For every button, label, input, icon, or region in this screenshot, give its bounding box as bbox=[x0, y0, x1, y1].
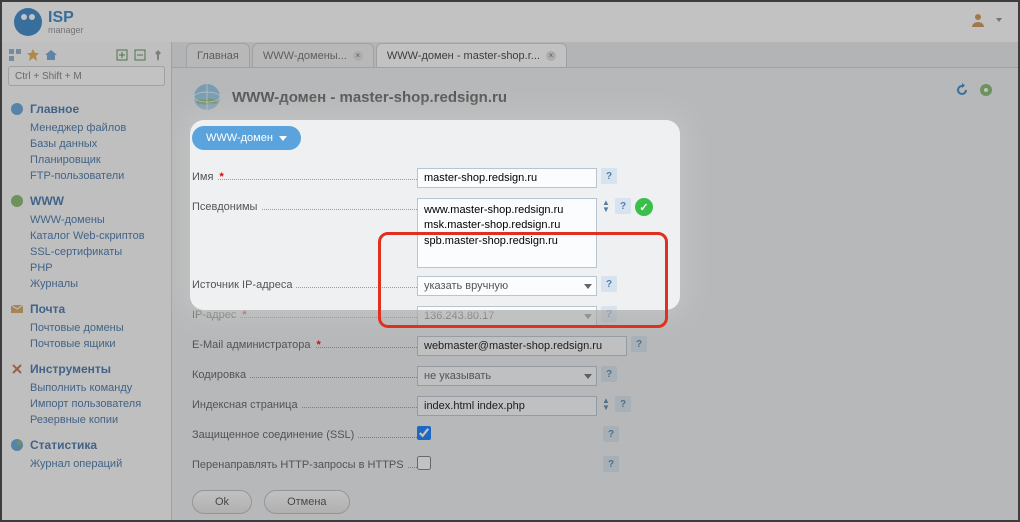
settings-icon[interactable] bbox=[978, 82, 994, 98]
sidebar-item[interactable]: Почтовые домены bbox=[8, 320, 165, 336]
sidebar-item[interactable]: Импорт пользователя bbox=[8, 396, 165, 412]
sidebar-item[interactable]: Выполнить команду bbox=[8, 380, 165, 396]
sidebar-item[interactable]: Журнал операций bbox=[8, 456, 165, 472]
help-icon[interactable]: ? bbox=[615, 198, 631, 214]
stats-icon bbox=[10, 438, 24, 452]
required-mark: * bbox=[219, 171, 223, 183]
sidebar-section-title[interactable]: Инструменты bbox=[8, 358, 165, 380]
help-icon[interactable]: ? bbox=[631, 336, 647, 352]
sidebar-item[interactable]: Резервные копии bbox=[8, 412, 165, 428]
encoding-select[interactable]: не указывать bbox=[417, 366, 597, 386]
label-email: E-Mail администратора bbox=[192, 339, 311, 351]
sidebar-toolbar bbox=[8, 46, 165, 66]
logo: ISP manager bbox=[14, 8, 84, 36]
sidebar-item[interactable]: Базы данных bbox=[8, 136, 165, 152]
sidebar-item[interactable]: PHP bbox=[8, 260, 165, 276]
help-icon[interactable]: ? bbox=[603, 456, 619, 472]
label-index: Индексная страница bbox=[192, 399, 298, 411]
label-https-redirect: Перенаправлять HTTP-запросы в HTTPS bbox=[192, 459, 404, 471]
sidebar-section-title[interactable]: WWW bbox=[8, 190, 165, 212]
sidebar-section-title[interactable]: Почта bbox=[8, 298, 165, 320]
required-mark: * bbox=[317, 339, 321, 351]
label-ip-source: Источник IP-адреса bbox=[192, 279, 292, 291]
sidebar-search-input[interactable] bbox=[8, 66, 165, 86]
index-input[interactable] bbox=[417, 396, 597, 416]
name-input[interactable] bbox=[417, 168, 597, 188]
label-ssl: Защищенное соединение (SSL) bbox=[192, 429, 354, 441]
globe-icon bbox=[192, 82, 222, 112]
sidebar-item[interactable]: Планировщик bbox=[8, 152, 165, 168]
help-icon[interactable]: ? bbox=[601, 306, 617, 322]
subtab-www-domain[interactable]: WWW-домен bbox=[192, 126, 301, 150]
help-icon[interactable]: ? bbox=[615, 396, 631, 412]
content: WWW-домен - master-shop.redsign.ru WWW-д… bbox=[172, 68, 1018, 520]
ssl-checkbox[interactable] bbox=[417, 426, 431, 440]
resize-handles[interactable]: ▲▼ bbox=[601, 398, 611, 411]
chevron-down-icon bbox=[584, 314, 592, 319]
tree-icon[interactable] bbox=[8, 48, 22, 62]
ip-select[interactable]: 136.243.80.17 bbox=[417, 306, 597, 326]
logo-text: ISP bbox=[48, 9, 74, 26]
check-icon: ✓ bbox=[635, 198, 653, 216]
resize-handles[interactable]: ▲▼ bbox=[601, 200, 611, 213]
label-encoding: Кодировка bbox=[192, 369, 246, 381]
help-icon[interactable]: ? bbox=[601, 168, 617, 184]
ok-button[interactable]: Ok bbox=[192, 490, 252, 514]
tools-icon bbox=[10, 362, 24, 376]
main: ГлавнаяWWW-домены...×WWW-домен - master-… bbox=[172, 42, 1018, 520]
sidebar-item[interactable]: WWW-домены bbox=[8, 212, 165, 228]
chevron-down-icon bbox=[584, 374, 592, 379]
email-input[interactable] bbox=[417, 336, 627, 356]
help-icon[interactable]: ? bbox=[603, 426, 619, 442]
tab[interactable]: Главная bbox=[186, 43, 250, 67]
sidebar-item[interactable]: Почтовые ящики bbox=[8, 336, 165, 352]
cancel-button[interactable]: Отмена bbox=[264, 490, 349, 514]
sidebar-item[interactable]: Каталог Web-скриптов bbox=[8, 228, 165, 244]
globe-green-icon bbox=[10, 194, 24, 208]
tab[interactable]: WWW-домены...× bbox=[252, 43, 374, 67]
expand-icon[interactable] bbox=[115, 48, 129, 62]
pin-icon[interactable] bbox=[151, 48, 165, 62]
close-icon[interactable]: × bbox=[546, 51, 556, 61]
logo-icon bbox=[14, 8, 42, 36]
home-icon[interactable] bbox=[44, 48, 58, 62]
mail-icon bbox=[10, 302, 24, 316]
ip-source-select[interactable]: указать вручную bbox=[417, 276, 597, 296]
label-aliases: Псевдонимы bbox=[192, 201, 257, 213]
collapse-icon[interactable] bbox=[133, 48, 147, 62]
sidebar-item[interactable]: Журналы bbox=[8, 276, 165, 292]
sidebar-item[interactable]: SSL-сертификаты bbox=[8, 244, 165, 260]
help-icon[interactable]: ? bbox=[601, 276, 617, 292]
sidebar-section-title[interactable]: Статистика bbox=[8, 434, 165, 456]
form: Имя * ? Псевдонимы ▲▼ ? ✓ bbox=[192, 168, 998, 514]
close-icon[interactable]: × bbox=[353, 51, 363, 61]
tab[interactable]: WWW-домен - master-shop.r...× bbox=[376, 43, 567, 67]
https-redirect-checkbox[interactable] bbox=[417, 456, 431, 470]
tabs: ГлавнаяWWW-домены...×WWW-домен - master-… bbox=[172, 42, 1018, 68]
subtab-label: WWW-домен bbox=[206, 132, 273, 144]
label-ip: IP-адрес bbox=[192, 309, 236, 321]
label-name: Имя bbox=[192, 171, 213, 183]
topbar: ISP manager bbox=[2, 2, 1018, 42]
sidebar-section-title[interactable]: Главное bbox=[8, 98, 165, 120]
aliases-textarea[interactable] bbox=[417, 198, 597, 268]
user-icon[interactable] bbox=[970, 12, 986, 28]
logo-subtext: manager bbox=[48, 25, 84, 35]
sidebar-item[interactable]: Менеджер файлов bbox=[8, 120, 165, 136]
sidebar: ГлавноеМенеджер файловБазы данныхПланиро… bbox=[2, 42, 172, 520]
user-menu-arrow[interactable] bbox=[996, 18, 1002, 22]
chevron-down-icon bbox=[279, 136, 287, 141]
page-title: WWW-домен - master-shop.redsign.ru bbox=[232, 89, 507, 106]
refresh-icon[interactable] bbox=[954, 82, 970, 98]
chevron-down-icon bbox=[584, 284, 592, 289]
required-mark: * bbox=[242, 309, 246, 321]
star-icon[interactable] bbox=[26, 48, 40, 62]
sidebar-item[interactable]: FTP-пользователи bbox=[8, 168, 165, 184]
globe-blue-icon bbox=[10, 102, 24, 116]
help-icon[interactable]: ? bbox=[601, 366, 617, 382]
